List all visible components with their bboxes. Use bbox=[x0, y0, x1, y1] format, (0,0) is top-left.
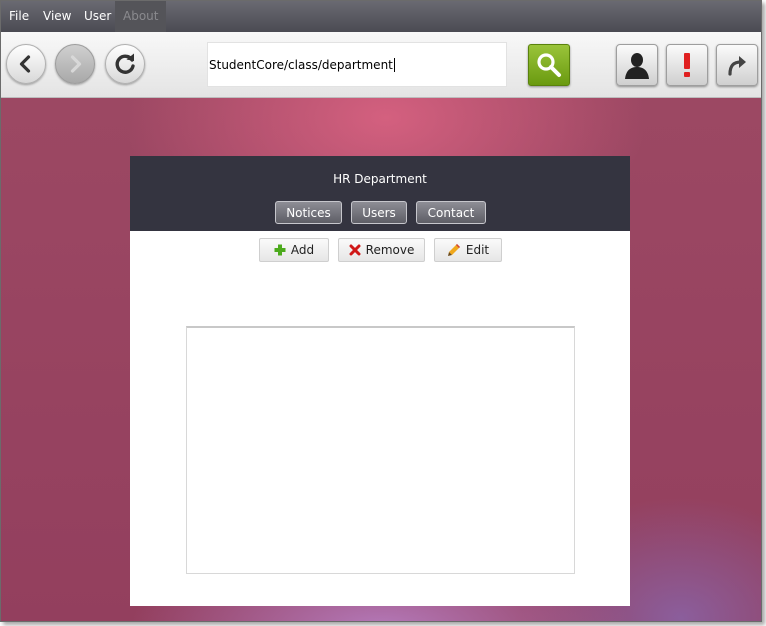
department-panel: HR Department Notices Users Contact Add … bbox=[130, 156, 630, 606]
user-button[interactable] bbox=[616, 44, 658, 86]
plus-icon bbox=[274, 244, 286, 256]
user-silhouette-icon bbox=[625, 53, 649, 79]
back-button[interactable] bbox=[6, 44, 46, 84]
remove-label: Remove bbox=[365, 243, 415, 257]
refresh-button[interactable] bbox=[105, 44, 145, 84]
menu-user[interactable]: User bbox=[84, 1, 111, 32]
exclamation-icon bbox=[684, 53, 690, 77]
chevron-left-icon bbox=[19, 55, 31, 73]
alert-button[interactable] bbox=[666, 44, 708, 86]
content-area: HR Department Notices Users Contact Add … bbox=[1, 98, 761, 621]
tab-contact[interactable]: Contact bbox=[416, 201, 486, 224]
tab-users[interactable]: Users bbox=[351, 201, 407, 224]
x-icon bbox=[349, 244, 361, 256]
panel-header: HR Department Notices Users Contact bbox=[130, 156, 630, 231]
menu-view[interactable]: View bbox=[43, 1, 71, 32]
search-button[interactable] bbox=[528, 44, 570, 86]
toolbar: StudentCore/class/department bbox=[1, 32, 761, 98]
logout-button[interactable] bbox=[716, 44, 758, 86]
item-list[interactable] bbox=[186, 326, 575, 574]
edit-label: Edit bbox=[465, 243, 490, 257]
address-text: StudentCore/class/department bbox=[209, 57, 393, 72]
curved-arrow-icon bbox=[728, 56, 746, 76]
edit-button[interactable]: Edit bbox=[434, 238, 502, 262]
app-window: File View User About StudentCore/class/d… bbox=[0, 0, 762, 622]
chevron-right-icon bbox=[70, 55, 82, 73]
address-bar[interactable]: StudentCore/class/department bbox=[207, 42, 507, 87]
magnifier-icon bbox=[537, 53, 561, 77]
refresh-icon bbox=[115, 53, 135, 74]
tab-notices[interactable]: Notices bbox=[275, 201, 342, 224]
remove-button[interactable]: Remove bbox=[338, 238, 425, 262]
add-label: Add bbox=[290, 243, 315, 257]
add-button[interactable]: Add bbox=[259, 238, 329, 262]
panel-title: HR Department bbox=[333, 172, 427, 186]
pencil-icon bbox=[447, 244, 460, 256]
text-caret bbox=[393, 57, 395, 72]
menu-about: About bbox=[115, 1, 167, 32]
menu-file[interactable]: File bbox=[9, 1, 29, 32]
menu-bar: File View User About bbox=[1, 1, 761, 32]
forward-button bbox=[55, 44, 95, 84]
